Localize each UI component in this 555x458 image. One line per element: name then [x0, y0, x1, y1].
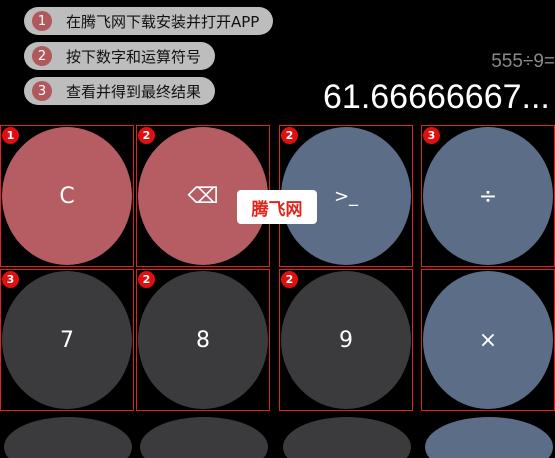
key-cell-multiply: ×: [421, 269, 555, 411]
keypad: 1 C 2 ⌫ 2 >_ 3 ÷ 3 7 2 8 2 9 ×: [0, 125, 555, 458]
key-cell-divide: 3 ÷: [421, 125, 555, 267]
step-number-1: 1: [32, 11, 52, 31]
clear-button[interactable]: C: [2, 127, 132, 265]
terminal-icon: >_: [333, 185, 359, 207]
keypad-row-2: 3 7 2 8 2 9 ×: [0, 269, 555, 411]
result-display: 61.66666667...: [323, 78, 550, 116]
partial-key[interactable]: [283, 417, 411, 458]
key-cell-clear: 1 C: [0, 125, 134, 267]
step-text-1: 在腾飞网下载安装并打开APP: [66, 12, 260, 31]
key-cell-7: 3 7: [0, 269, 134, 411]
watermark-label: 腾飞网: [237, 190, 317, 224]
digit-9-button[interactable]: 9: [281, 271, 411, 409]
key-cell-8: 2 8: [136, 269, 270, 411]
key-cell-9: 2 9: [279, 269, 413, 411]
step-badge: 2: [138, 271, 155, 288]
step-text-3: 查看并得到最终结果: [66, 82, 202, 101]
backspace-icon: ⌫: [187, 183, 219, 209]
step-badge: 1: [2, 127, 19, 144]
partial-key[interactable]: [4, 417, 132, 458]
step-number-2: 2: [32, 46, 52, 66]
step-3: 3 查看并得到最终结果: [24, 77, 216, 105]
divide-button[interactable]: ÷: [423, 127, 553, 265]
step-badge: 2: [281, 127, 298, 144]
instruction-steps: 1 在腾飞网下载安装并打开APP 2 按下数字和运算符号 3 查看并得到最终结果: [24, 7, 274, 112]
digit-7-button[interactable]: 7: [2, 271, 132, 409]
partial-key[interactable]: [140, 417, 268, 458]
digit-8-button[interactable]: 8: [138, 271, 268, 409]
step-badge: 3: [2, 271, 19, 288]
multiply-button[interactable]: ×: [423, 271, 553, 409]
step-2: 2 按下数字和运算符号: [24, 42, 216, 70]
step-1: 1 在腾飞网下载安装并打开APP: [24, 7, 274, 35]
step-number-3: 3: [32, 81, 52, 101]
partial-key[interactable]: [425, 417, 553, 458]
step-badge: 2: [281, 271, 298, 288]
step-badge: 3: [423, 127, 440, 144]
step-badge: 2: [138, 127, 155, 144]
expression-display: 555÷9=: [491, 51, 555, 72]
step-text-2: 按下数字和运算符号: [66, 47, 202, 66]
